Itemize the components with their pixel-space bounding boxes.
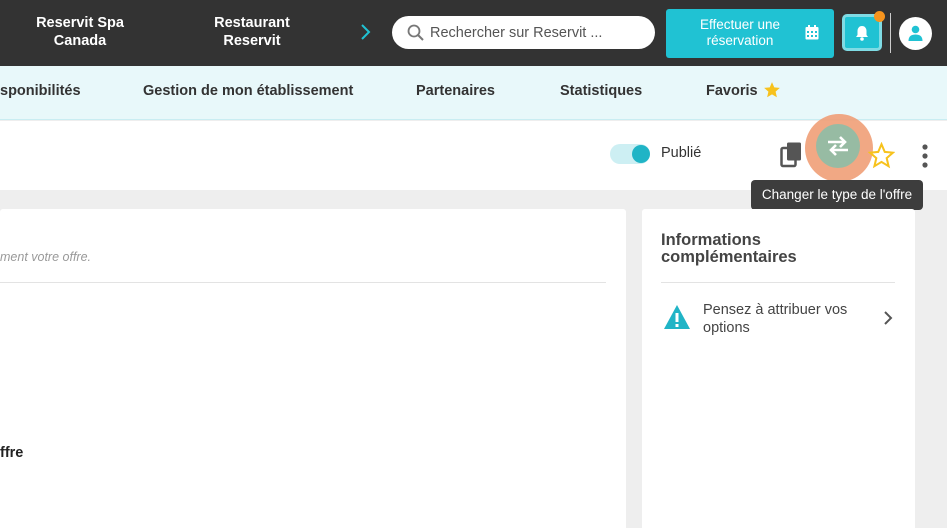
publish-label: Publié — [661, 145, 702, 161]
user-avatar[interactable] — [899, 17, 932, 50]
make-reservation-label: Effectuer une réservation — [699, 17, 781, 48]
user-icon — [908, 25, 923, 41]
main-navigation: sponibilités Gestion de mon établissemen… — [0, 66, 947, 120]
notifications-button[interactable] — [842, 11, 885, 51]
assign-options-warning[interactable]: Pensez à attribuer vos options — [661, 301, 897, 341]
bell-icon — [856, 26, 868, 41]
side-card-title: Informations complémentaires — [661, 231, 797, 266]
offer-content-card: ment votre offre. ffre — [0, 209, 626, 528]
additional-info-card: Informations complémentaires Pensez à at… — [642, 209, 915, 528]
warning-icon — [664, 305, 690, 329]
nav-item-statistics[interactable]: Statistiques — [560, 83, 642, 99]
star-outline-icon[interactable] — [868, 142, 895, 169]
nav-item-partners[interactable]: Partenaires — [416, 83, 495, 99]
change-offer-type-inner — [816, 124, 860, 168]
chevron-right-icon — [884, 311, 893, 325]
calendar-icon — [805, 25, 819, 40]
divider — [661, 282, 895, 283]
divider — [0, 282, 606, 283]
establishment-spa[interactable]: Reservit Spa Canada — [20, 14, 140, 50]
tooltip: Changer le type de l'offre — [751, 180, 923, 210]
establishment-restaurant[interactable]: Restaurant Reservit — [192, 14, 312, 50]
toggle-knob — [632, 145, 650, 163]
publish-toggle[interactable] — [610, 142, 652, 164]
notification-badge — [874, 11, 885, 22]
nav-item-establishment-management[interactable]: Gestion de mon établissement — [143, 83, 353, 99]
hint-text: ment votre offre. — [0, 250, 92, 264]
search-input[interactable] — [430, 23, 645, 43]
search-bar — [392, 16, 655, 49]
star-icon — [764, 82, 780, 98]
more-options-icon[interactable] — [918, 143, 932, 169]
search-icon — [407, 24, 424, 41]
duplicate-icon[interactable] — [780, 141, 804, 169]
divider — [890, 13, 891, 53]
change-offer-type-button[interactable] — [805, 114, 873, 182]
warning-text: Pensez à attribuer vos options — [703, 302, 848, 336]
top-bar: Reservit Spa Canada Restaurant Reservit … — [0, 0, 947, 66]
make-reservation-button[interactable]: Effectuer une réservation — [666, 9, 834, 58]
swap-arrows-icon — [828, 136, 848, 156]
nav-item-availability[interactable]: sponibilités — [0, 83, 81, 99]
chevron-right-icon[interactable] — [357, 21, 373, 43]
nav-item-favorites[interactable]: Favoris — [706, 83, 758, 99]
offer-section-label: ffre — [0, 445, 24, 461]
